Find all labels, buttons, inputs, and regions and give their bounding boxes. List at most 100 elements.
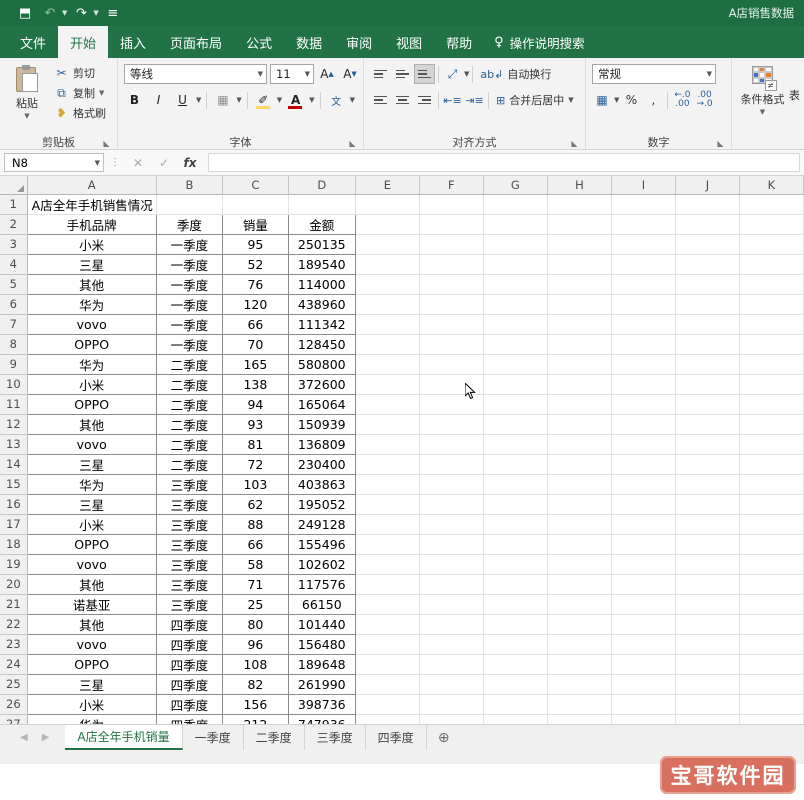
cell-K11[interactable] [739, 394, 804, 415]
cell-H1[interactable] [547, 194, 613, 215]
format-painter-button[interactable]: ❥ 格式刷 [52, 104, 108, 122]
merge-center-button[interactable]: ⊞ 合并后居中 ▼ [492, 90, 578, 110]
cell-G1[interactable] [483, 194, 548, 215]
cell-J26[interactable] [675, 694, 740, 715]
cell-K1[interactable] [739, 194, 804, 215]
redo-dropdown-icon[interactable]: ▼ [93, 9, 98, 17]
cell-I14[interactable] [611, 454, 676, 475]
cell-J22[interactable] [675, 614, 740, 635]
sheet-prev-icon[interactable]: ◀ [20, 732, 28, 743]
number-format-combobox[interactable]: 常规 ▼ [592, 64, 716, 84]
bold-button[interactable]: B [124, 90, 145, 110]
cell-C19[interactable]: 58 [222, 553, 289, 575]
cell-C17[interactable]: 88 [222, 513, 289, 535]
cell-K7[interactable] [739, 314, 804, 335]
cell-D15[interactable]: 403863 [287, 473, 356, 495]
undo-icon[interactable]: ↶ [39, 3, 61, 23]
cell-C4[interactable]: 52 [222, 253, 289, 275]
increase-indent-button[interactable]: ⇥≡ [464, 90, 485, 110]
cell-B19[interactable]: 三季度 [155, 553, 224, 575]
add-sheet-button[interactable]: ⊕ [427, 725, 461, 750]
cell-G27[interactable] [483, 714, 548, 724]
cell-I9[interactable] [611, 354, 676, 375]
cell-B20[interactable]: 三季度 [155, 573, 224, 595]
cancel-formula-button[interactable]: ✕ [126, 153, 150, 172]
name-box[interactable]: N8 ▼ [4, 153, 104, 172]
cell-E15[interactable] [355, 474, 420, 495]
cell-H25[interactable] [547, 674, 613, 695]
cell-H6[interactable] [547, 294, 613, 315]
ribbon-tab-insert[interactable]: 插入 [108, 26, 158, 58]
cell-E4[interactable] [355, 254, 420, 275]
row-header-19[interactable]: 19 [0, 554, 28, 575]
cell-F9[interactable] [419, 354, 484, 375]
cell-J5[interactable] [675, 274, 740, 295]
cell-E12[interactable] [355, 414, 420, 435]
cell-J16[interactable] [675, 494, 740, 515]
cell-G13[interactable] [483, 434, 548, 455]
cell-I6[interactable] [611, 294, 676, 315]
cell-H19[interactable] [547, 554, 613, 575]
cell-H22[interactable] [547, 614, 613, 635]
cell-C12[interactable]: 93 [222, 413, 289, 435]
cell-D6[interactable]: 438960 [287, 293, 356, 315]
cell-F13[interactable] [419, 434, 484, 455]
cell-E18[interactable] [355, 534, 420, 555]
cell-E9[interactable] [355, 354, 420, 375]
sheet-tab-q2[interactable]: 二季度 [244, 725, 305, 750]
sheet-tab-all-year[interactable]: A店全年手机销量 [65, 725, 183, 750]
save-icon[interactable]: ⬒ [14, 3, 36, 23]
cell-E22[interactable] [355, 614, 420, 635]
row-header-10[interactable]: 10 [0, 374, 28, 395]
cell-B24[interactable]: 四季度 [155, 653, 224, 675]
orientation-button[interactable]: ⤢ [442, 64, 463, 84]
cell-E14[interactable] [355, 454, 420, 475]
cell-H23[interactable] [547, 634, 613, 655]
cell-B11[interactable]: 二季度 [155, 393, 224, 415]
cell-J24[interactable] [675, 654, 740, 675]
cell-H15[interactable] [547, 474, 613, 495]
percent-style-button[interactable]: % [621, 90, 641, 110]
cell-K14[interactable] [739, 454, 804, 475]
cell-H5[interactable] [547, 274, 613, 295]
cell-B17[interactable]: 三季度 [155, 513, 224, 535]
cell-G4[interactable] [483, 254, 548, 275]
cell-J3[interactable] [675, 234, 740, 255]
cell-G15[interactable] [483, 474, 548, 495]
cell-D23[interactable]: 156480 [287, 633, 356, 655]
row-header-7[interactable]: 7 [0, 314, 28, 335]
cell-J14[interactable] [675, 454, 740, 475]
cell-E25[interactable] [355, 674, 420, 695]
row-header-25[interactable]: 25 [0, 674, 28, 695]
italic-button[interactable]: I [148, 90, 169, 110]
cell-A18[interactable]: OPPO [26, 533, 157, 555]
cell-B2[interactable]: 季度 [155, 213, 224, 235]
cell-C24[interactable]: 108 [222, 653, 289, 675]
cell-D21[interactable]: 66150 [287, 593, 356, 615]
cell-E21[interactable] [355, 594, 420, 615]
cell-J23[interactable] [675, 634, 740, 655]
column-header-B[interactable]: B [156, 176, 224, 195]
cell-G23[interactable] [483, 634, 548, 655]
cell-E24[interactable] [355, 654, 420, 675]
cell-I3[interactable] [611, 234, 676, 255]
cell-A1[interactable]: A店全年手机销售情况 [27, 194, 157, 215]
cell-E10[interactable] [355, 374, 420, 395]
cell-F18[interactable] [419, 534, 484, 555]
cell-F23[interactable] [419, 634, 484, 655]
cell-I1[interactable] [611, 194, 676, 215]
conditional-formatting-dropdown-icon[interactable]: ▼ [760, 108, 765, 116]
cell-C21[interactable]: 25 [222, 593, 289, 615]
cell-F16[interactable] [419, 494, 484, 515]
cell-B6[interactable]: 一季度 [155, 293, 224, 315]
cell-I8[interactable] [611, 334, 676, 355]
cell-I13[interactable] [611, 434, 676, 455]
cell-D7[interactable]: 111342 [287, 313, 356, 335]
cell-E19[interactable] [355, 554, 420, 575]
ribbon-tab-view[interactable]: 视图 [384, 26, 434, 58]
row-header-3[interactable]: 3 [0, 234, 28, 255]
column-header-J[interactable]: J [675, 176, 740, 195]
fill-color-button[interactable]: ✐ [253, 90, 274, 110]
cell-B8[interactable]: 一季度 [155, 333, 224, 355]
cell-B3[interactable]: 一季度 [155, 233, 224, 255]
